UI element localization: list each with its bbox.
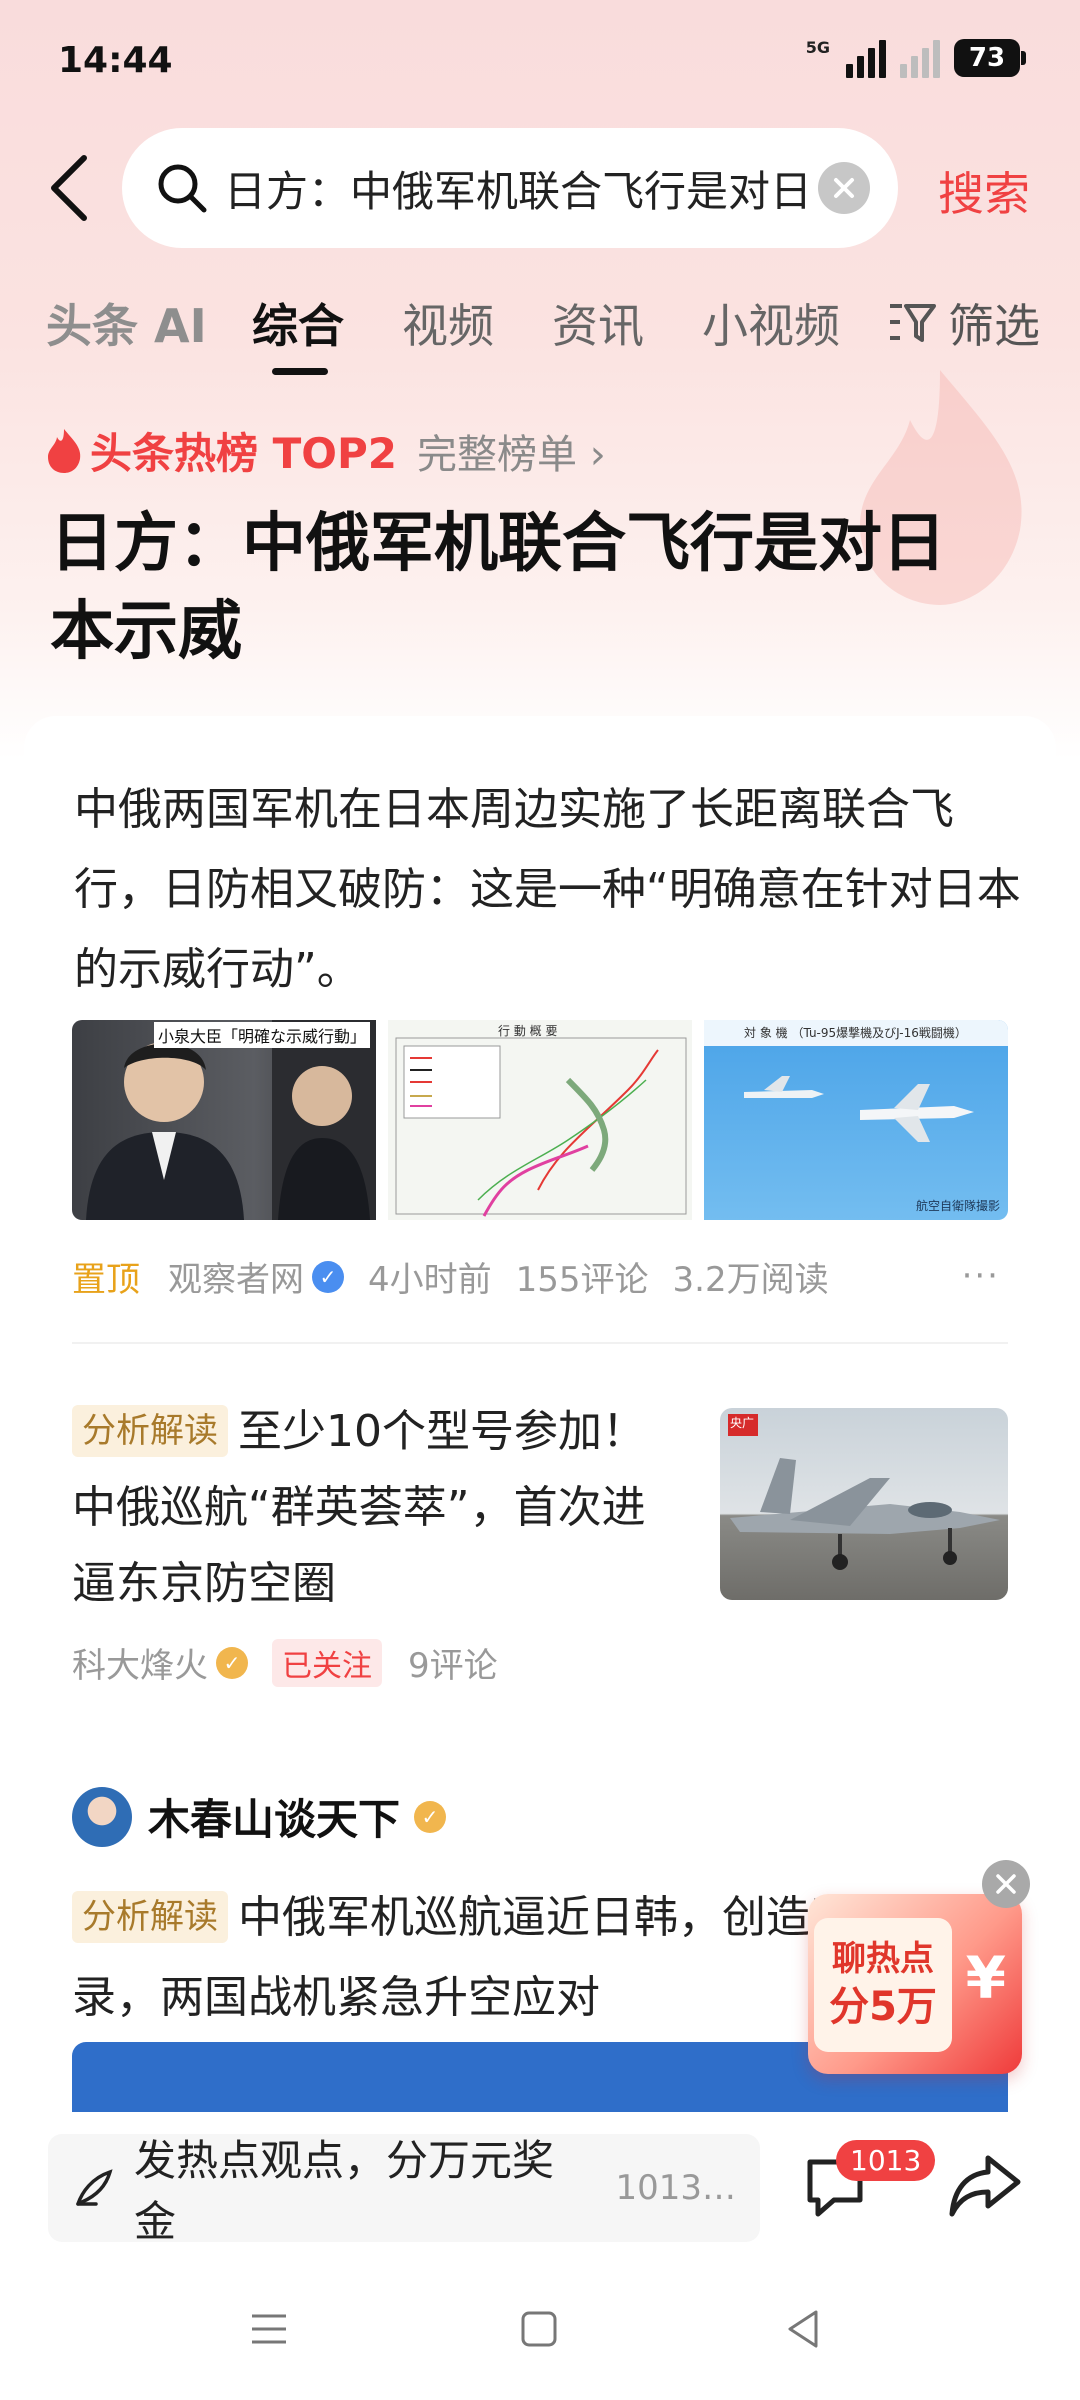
more-options-icon[interactable]: ··· bbox=[962, 1256, 1000, 1296]
back-icon[interactable] bbox=[780, 2306, 826, 2352]
filter-icon bbox=[890, 304, 936, 342]
bottom-action-bar: 发热点观点，分万元奖金 1013… 1013 bbox=[0, 2112, 1080, 2262]
promo-card: 聊热点 分5万 bbox=[814, 1918, 952, 2052]
battery-indicator: 73 bbox=[954, 39, 1026, 77]
hot-list-label: 头条热榜 TOP2 bbox=[90, 429, 397, 478]
list-item[interactable]: 分析解读 至少10个型号参加！中俄巡航“群英荟萃”，首次进逼东京防空圈 央广 科大… bbox=[72, 1394, 1008, 1687]
active-tab-indicator bbox=[272, 368, 328, 375]
verified-icon: ✓ bbox=[312, 1260, 344, 1293]
author-row[interactable]: 木春山谈天下 ✓ bbox=[72, 1786, 470, 1847]
comment-input[interactable]: 发热点观点，分万元奖金 1013… bbox=[48, 2134, 760, 2246]
publish-time: 4小时前 bbox=[368, 1260, 492, 1300]
comment-total: 1013… bbox=[615, 2168, 736, 2208]
image-caption-2: 行 動 概 要 bbox=[498, 1024, 558, 1038]
hot-topic-promo[interactable]: 聊热点 分5万 ¥ bbox=[808, 1860, 1030, 2076]
network-type: 5G bbox=[805, 38, 830, 57]
image-caption-3: 対 象 機 （Tu-95爆撃機及びJ-16戦闘機） bbox=[744, 1026, 967, 1040]
tab-toutiao-ai[interactable]: 头条 AI bbox=[46, 290, 207, 356]
article-image-strip[interactable]: 小泉大臣「明確な示威行動」 行 動 概 要 対 象 機 （Tu-95爆撃機及びJ… bbox=[72, 1020, 1008, 1220]
search-query[interactable]: 日方：中俄军机联合飞行是对日本示威 bbox=[224, 158, 808, 219]
filter-label: 筛选 bbox=[948, 299, 1040, 353]
signal-secondary-icon bbox=[900, 38, 940, 78]
home-icon[interactable] bbox=[516, 2306, 562, 2352]
menu-icon[interactable] bbox=[246, 2306, 292, 2352]
source-name[interactable]: 观察者网 bbox=[168, 1252, 304, 1301]
full-list-label: 完整榜单 bbox=[416, 431, 577, 478]
divider bbox=[72, 1342, 1008, 1344]
news-logo-label: 央广 bbox=[730, 1416, 755, 1430]
comment-count-badge: 1013 bbox=[836, 2140, 936, 2181]
status-icons: 5G 73 bbox=[805, 38, 1026, 78]
image-caption-1: 小泉大臣「明確な示威行動」 bbox=[153, 1022, 370, 1048]
pinned-label: 置顶 bbox=[72, 1260, 140, 1300]
system-navigation-bar bbox=[0, 2262, 1080, 2400]
pen-icon bbox=[76, 2169, 113, 2206]
author-name[interactable]: 木春山谈天下 bbox=[148, 1786, 400, 1847]
tab-news[interactable]: 资讯 bbox=[552, 290, 644, 356]
fighter-jet-graphic bbox=[728, 1414, 1000, 1570]
route-map-graphic bbox=[395, 1037, 687, 1217]
promo-line-2: 分5万 bbox=[829, 1984, 937, 2030]
close-icon bbox=[996, 1874, 1016, 1894]
promo-close-button[interactable] bbox=[982, 1860, 1030, 1908]
fire-icon bbox=[48, 428, 81, 473]
tab-video[interactable]: 视频 bbox=[402, 290, 494, 356]
back-arrow-icon[interactable] bbox=[40, 150, 100, 226]
comment-placeholder: 发热点观点，分万元奖金 bbox=[133, 2136, 554, 2246]
tab-comprehensive[interactable]: 综合 bbox=[252, 290, 344, 356]
creator-badge-icon: ✓ bbox=[216, 1646, 248, 1679]
aircraft-graphic bbox=[704, 1020, 1008, 1142]
comment-count: 9评论 bbox=[408, 1646, 498, 1686]
signal-icon bbox=[846, 38, 886, 78]
avatar[interactable] bbox=[72, 1786, 132, 1847]
comment-count: 155评论 bbox=[515, 1260, 649, 1300]
analysis-tag: 分析解读 bbox=[72, 1891, 228, 1943]
image-credit-3: 航空自衛隊撮影 bbox=[915, 1199, 1000, 1213]
filter-button[interactable]: 筛选 bbox=[888, 290, 1040, 356]
full-list-link[interactable]: 完整榜单 › bbox=[417, 422, 606, 480]
creator-badge-icon: ✓ bbox=[414, 1800, 447, 1833]
search-icon bbox=[158, 164, 207, 213]
fighter-jet-thumbnail[interactable]: 央广 bbox=[720, 1408, 1008, 1600]
status-bar: 14:44 5G 73 bbox=[0, 0, 1080, 120]
page-title: 日方：中俄军机联合飞行是对日本示威 bbox=[50, 507, 946, 669]
minister-photo[interactable]: 小泉大臣「明確な示威行動」 bbox=[72, 1020, 376, 1220]
search-input[interactable]: 日方：中俄军机联合飞行是对日本示威 bbox=[122, 128, 898, 248]
flight-route-map[interactable]: 行 動 概 要 bbox=[388, 1020, 692, 1220]
aircraft-photo[interactable]: 対 象 機 （Tu-95爆撃機及びJ-16戦闘機） 航空自衛隊撮影 bbox=[704, 1020, 1008, 1220]
yuan-icon: ¥ bbox=[965, 1944, 1006, 2012]
share-icon[interactable] bbox=[948, 2152, 1022, 2218]
person-silhouette bbox=[86, 1020, 376, 1220]
followed-badge[interactable]: 已关注 bbox=[272, 1638, 382, 1687]
article-summary[interactable]: 中俄两国军机在日本周边实施了长距离联合飞行，日防相又破防：这是一种“明确意在针对… bbox=[74, 770, 1024, 1010]
hot-list-badge: 头条热榜 TOP2 完整榜单 › bbox=[44, 420, 606, 481]
promo-banner[interactable]: 聊热点 分5万 ¥ bbox=[808, 1894, 1022, 2074]
search-bar: 日方：中俄军机联合飞行是对日本示威 搜索 bbox=[0, 128, 1080, 248]
tab-short-video[interactable]: 小视频 bbox=[702, 290, 840, 356]
article-title[interactable]: 分析解读 至少10个型号参加！中俄巡航“群英荟萃”，首次进逼东京防空圈 bbox=[72, 1394, 672, 1622]
analysis-tag: 分析解读 bbox=[72, 1405, 228, 1457]
source-name[interactable]: 科大烽火 bbox=[72, 1638, 208, 1687]
clear-search-button[interactable] bbox=[818, 162, 870, 214]
status-time: 14:44 bbox=[58, 40, 173, 81]
article-meta: 置顶 观察者网 ✓ 4小时前 155评论 3.2万阅读 bbox=[72, 1252, 853, 1301]
category-tabs: 头条 AI 综合 视频 资讯 小视频 筛选 bbox=[0, 280, 1080, 380]
promo-line-1: 聊热点 bbox=[832, 1939, 934, 1979]
article-meta: 科大烽火 ✓ 已关注 9评论 bbox=[72, 1638, 498, 1687]
read-count: 3.2万阅读 bbox=[672, 1260, 829, 1300]
close-icon bbox=[834, 178, 854, 198]
search-button[interactable]: 搜索 bbox=[938, 158, 1030, 224]
